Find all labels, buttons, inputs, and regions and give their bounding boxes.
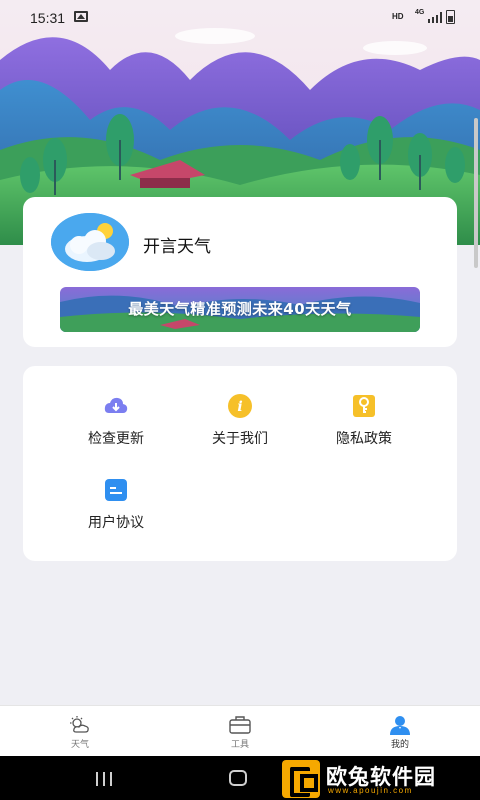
image-notification-icon	[74, 11, 88, 22]
document-icon	[105, 479, 127, 501]
info-icon: i	[228, 394, 252, 418]
tab-tools[interactable]: 工具	[210, 706, 270, 757]
app-logo-icon	[51, 213, 129, 271]
watermark-logo-icon	[282, 760, 320, 798]
tab-label: 工具	[230, 740, 249, 750]
user-icon	[390, 716, 410, 735]
status-time: 15:31	[30, 10, 66, 26]
menu-card: 检查更新 i 关于我们 隐私政策 用户协议	[23, 366, 457, 561]
status-bar: 15:31 HD 4G	[0, 0, 480, 36]
menu-item-label: 用户协议	[88, 515, 144, 531]
home-button[interactable]	[229, 770, 247, 786]
app-name: 开言天气	[143, 237, 211, 257]
toolbox-icon	[229, 716, 251, 734]
hd-indicator: HD	[392, 12, 404, 21]
menu-item-label: 隐私政策	[336, 431, 392, 447]
network-type: 4G	[415, 9, 425, 16]
weather-icon	[70, 716, 89, 733]
scrollbar[interactable]	[474, 118, 478, 268]
menu-item-label: 检查更新	[88, 431, 144, 447]
profile-card: 开言天气 最美天气精准预测未来40天天气	[23, 197, 457, 347]
banner-text: 最美天气精准预测未来40天天气	[128, 300, 352, 318]
key-icon	[353, 395, 375, 417]
privacy-policy-button[interactable]: 隐私政策	[309, 394, 419, 448]
bottom-tab-bar: 天气 工具 我的	[0, 705, 480, 756]
tab-label: 我的	[390, 740, 409, 750]
user-agreement-button[interactable]: 用户协议	[61, 478, 171, 532]
watermark-url: www.apoujin.com	[328, 786, 413, 795]
cloud-download-icon	[104, 397, 128, 413]
check-update-button[interactable]: 检查更新	[61, 394, 171, 448]
watermark: 欧兔软件园 www.apoujin.com	[282, 760, 476, 798]
about-us-button[interactable]: i 关于我们	[185, 394, 295, 448]
svg-text:i: i	[237, 399, 242, 415]
battery-icon	[446, 10, 455, 24]
promo-banner[interactable]: 最美天气精准预测未来40天天气	[60, 287, 420, 332]
tab-weather[interactable]: 天气	[50, 706, 110, 757]
menu-item-label: 关于我们	[212, 431, 268, 447]
tab-mine[interactable]: 我的	[370, 706, 430, 757]
recent-apps-button[interactable]	[96, 772, 114, 786]
signal-icon	[428, 12, 442, 23]
tab-label: 天气	[70, 740, 89, 750]
